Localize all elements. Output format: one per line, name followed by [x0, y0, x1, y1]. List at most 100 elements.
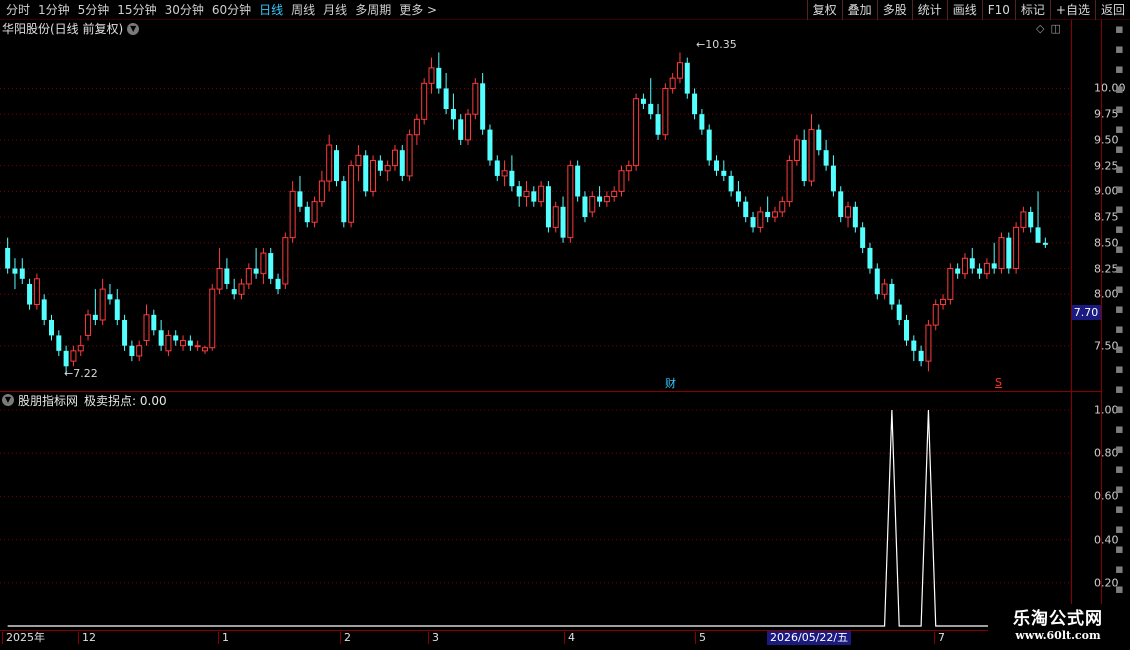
candle[interactable]: [676, 52, 683, 84]
candle[interactable]: [823, 139, 829, 171]
candle[interactable]: [165, 330, 172, 356]
candle[interactable]: [355, 145, 362, 182]
candle[interactable]: [640, 93, 646, 110]
candle[interactable]: [209, 283, 216, 351]
period-tab-9[interactable]: 多周期: [351, 0, 395, 20]
candle[interactable]: [245, 263, 252, 290]
candle[interactable]: [728, 170, 734, 197]
side-panel-strip[interactable]: ▪▪▪▪▪▪▪▪▪▪▪▪▪▪▪▪▪▪▪▪▪▪▪▪▪▪▪▪▪▪: [1101, 20, 1130, 630]
candle[interactable]: [925, 319, 932, 372]
candle[interactable]: [940, 294, 947, 310]
candle[interactable]: [231, 278, 237, 300]
candle[interactable]: [99, 278, 106, 326]
candle[interactable]: [1006, 232, 1012, 274]
candlestick-chart[interactable]: [0, 37, 1101, 392]
candle[interactable]: [786, 155, 793, 207]
candle[interactable]: [399, 145, 405, 182]
candle[interactable]: [625, 160, 632, 182]
candle[interactable]: [706, 124, 712, 166]
candle[interactable]: [771, 206, 778, 223]
candle[interactable]: [363, 150, 369, 197]
candle[interactable]: [765, 196, 771, 223]
candle[interactable]: [1013, 222, 1020, 274]
candle[interactable]: [173, 330, 179, 346]
period-tab-2[interactable]: 5分钟: [74, 0, 114, 20]
candle[interactable]: [969, 247, 975, 274]
candle[interactable]: [860, 222, 866, 254]
candle[interactable]: [750, 211, 756, 233]
candle[interactable]: [633, 93, 640, 171]
candle[interactable]: [567, 160, 574, 243]
diamond-icon[interactable]: ◇: [1036, 22, 1044, 35]
candle[interactable]: [684, 57, 690, 99]
candle[interactable]: [472, 78, 479, 120]
candle[interactable]: [458, 114, 464, 146]
candle[interactable]: [575, 160, 581, 202]
candle[interactable]: [889, 278, 895, 310]
candle[interactable]: [341, 175, 347, 228]
candle[interactable]: [589, 191, 596, 218]
sell-signal-marker[interactable]: S: [995, 376, 1002, 389]
candle[interactable]: [852, 201, 858, 233]
candle[interactable]: [801, 129, 807, 187]
candle[interactable]: [180, 335, 187, 351]
candle[interactable]: [597, 186, 603, 207]
candle[interactable]: [158, 319, 164, 351]
candle[interactable]: [282, 232, 289, 290]
candle[interactable]: [143, 304, 150, 346]
toolbar-button-7[interactable]: +自选: [1049, 0, 1095, 20]
candle[interactable]: [201, 345, 208, 354]
candle[interactable]: [377, 155, 383, 176]
candle[interactable]: [692, 88, 698, 120]
candle[interactable]: [129, 340, 135, 362]
candle[interactable]: [881, 278, 888, 300]
candle[interactable]: [501, 160, 508, 187]
period-tab-7[interactable]: 周线: [287, 0, 319, 20]
candle[interactable]: [224, 258, 230, 290]
candle[interactable]: [896, 299, 902, 326]
candle[interactable]: [648, 78, 654, 120]
candle[interactable]: [107, 283, 113, 305]
candle[interactable]: [531, 186, 537, 207]
candle[interactable]: [977, 263, 983, 279]
candle[interactable]: [297, 175, 303, 212]
candle[interactable]: [92, 289, 98, 326]
candle[interactable]: [384, 160, 391, 182]
candle[interactable]: [545, 181, 551, 233]
candle[interactable]: [487, 124, 493, 166]
candle[interactable]: [41, 294, 47, 326]
candle[interactable]: [669, 73, 676, 94]
candle[interactable]: [334, 145, 339, 187]
period-tab-6[interactable]: 日线: [255, 0, 287, 20]
candle[interactable]: [348, 160, 355, 228]
candle[interactable]: [983, 258, 990, 279]
candle[interactable]: [260, 247, 267, 284]
period-tab-1[interactable]: 1分钟: [34, 0, 74, 20]
candle[interactable]: [911, 335, 917, 362]
indicator-chart[interactable]: [0, 392, 1101, 630]
candle[interactable]: [443, 73, 449, 115]
candle[interactable]: [12, 258, 18, 290]
candle[interactable]: [874, 263, 880, 300]
candle[interactable]: [56, 330, 62, 356]
candle[interactable]: [436, 52, 442, 94]
period-tab-8[interactable]: 月线: [319, 0, 351, 20]
candle[interactable]: [655, 103, 661, 140]
candle[interactable]: [1028, 206, 1034, 233]
candle[interactable]: [406, 129, 413, 182]
period-tab-5[interactable]: 60分钟: [208, 0, 255, 20]
toolbar-button-4[interactable]: 画线: [946, 0, 982, 20]
candle[interactable]: [326, 134, 333, 192]
toolbar-button-5[interactable]: F10: [981, 0, 1015, 20]
candle[interactable]: [699, 109, 705, 135]
candle[interactable]: [275, 273, 281, 295]
candle[interactable]: [27, 278, 33, 310]
candle[interactable]: [253, 247, 259, 279]
candle[interactable]: [289, 181, 296, 243]
candle[interactable]: [918, 345, 924, 367]
candle[interactable]: [714, 155, 719, 176]
financial-report-marker[interactable]: 财: [665, 375, 676, 391]
toolbar-button-3[interactable]: 统计: [911, 0, 947, 20]
candle[interactable]: [122, 314, 128, 351]
candle[interactable]: [194, 340, 201, 351]
